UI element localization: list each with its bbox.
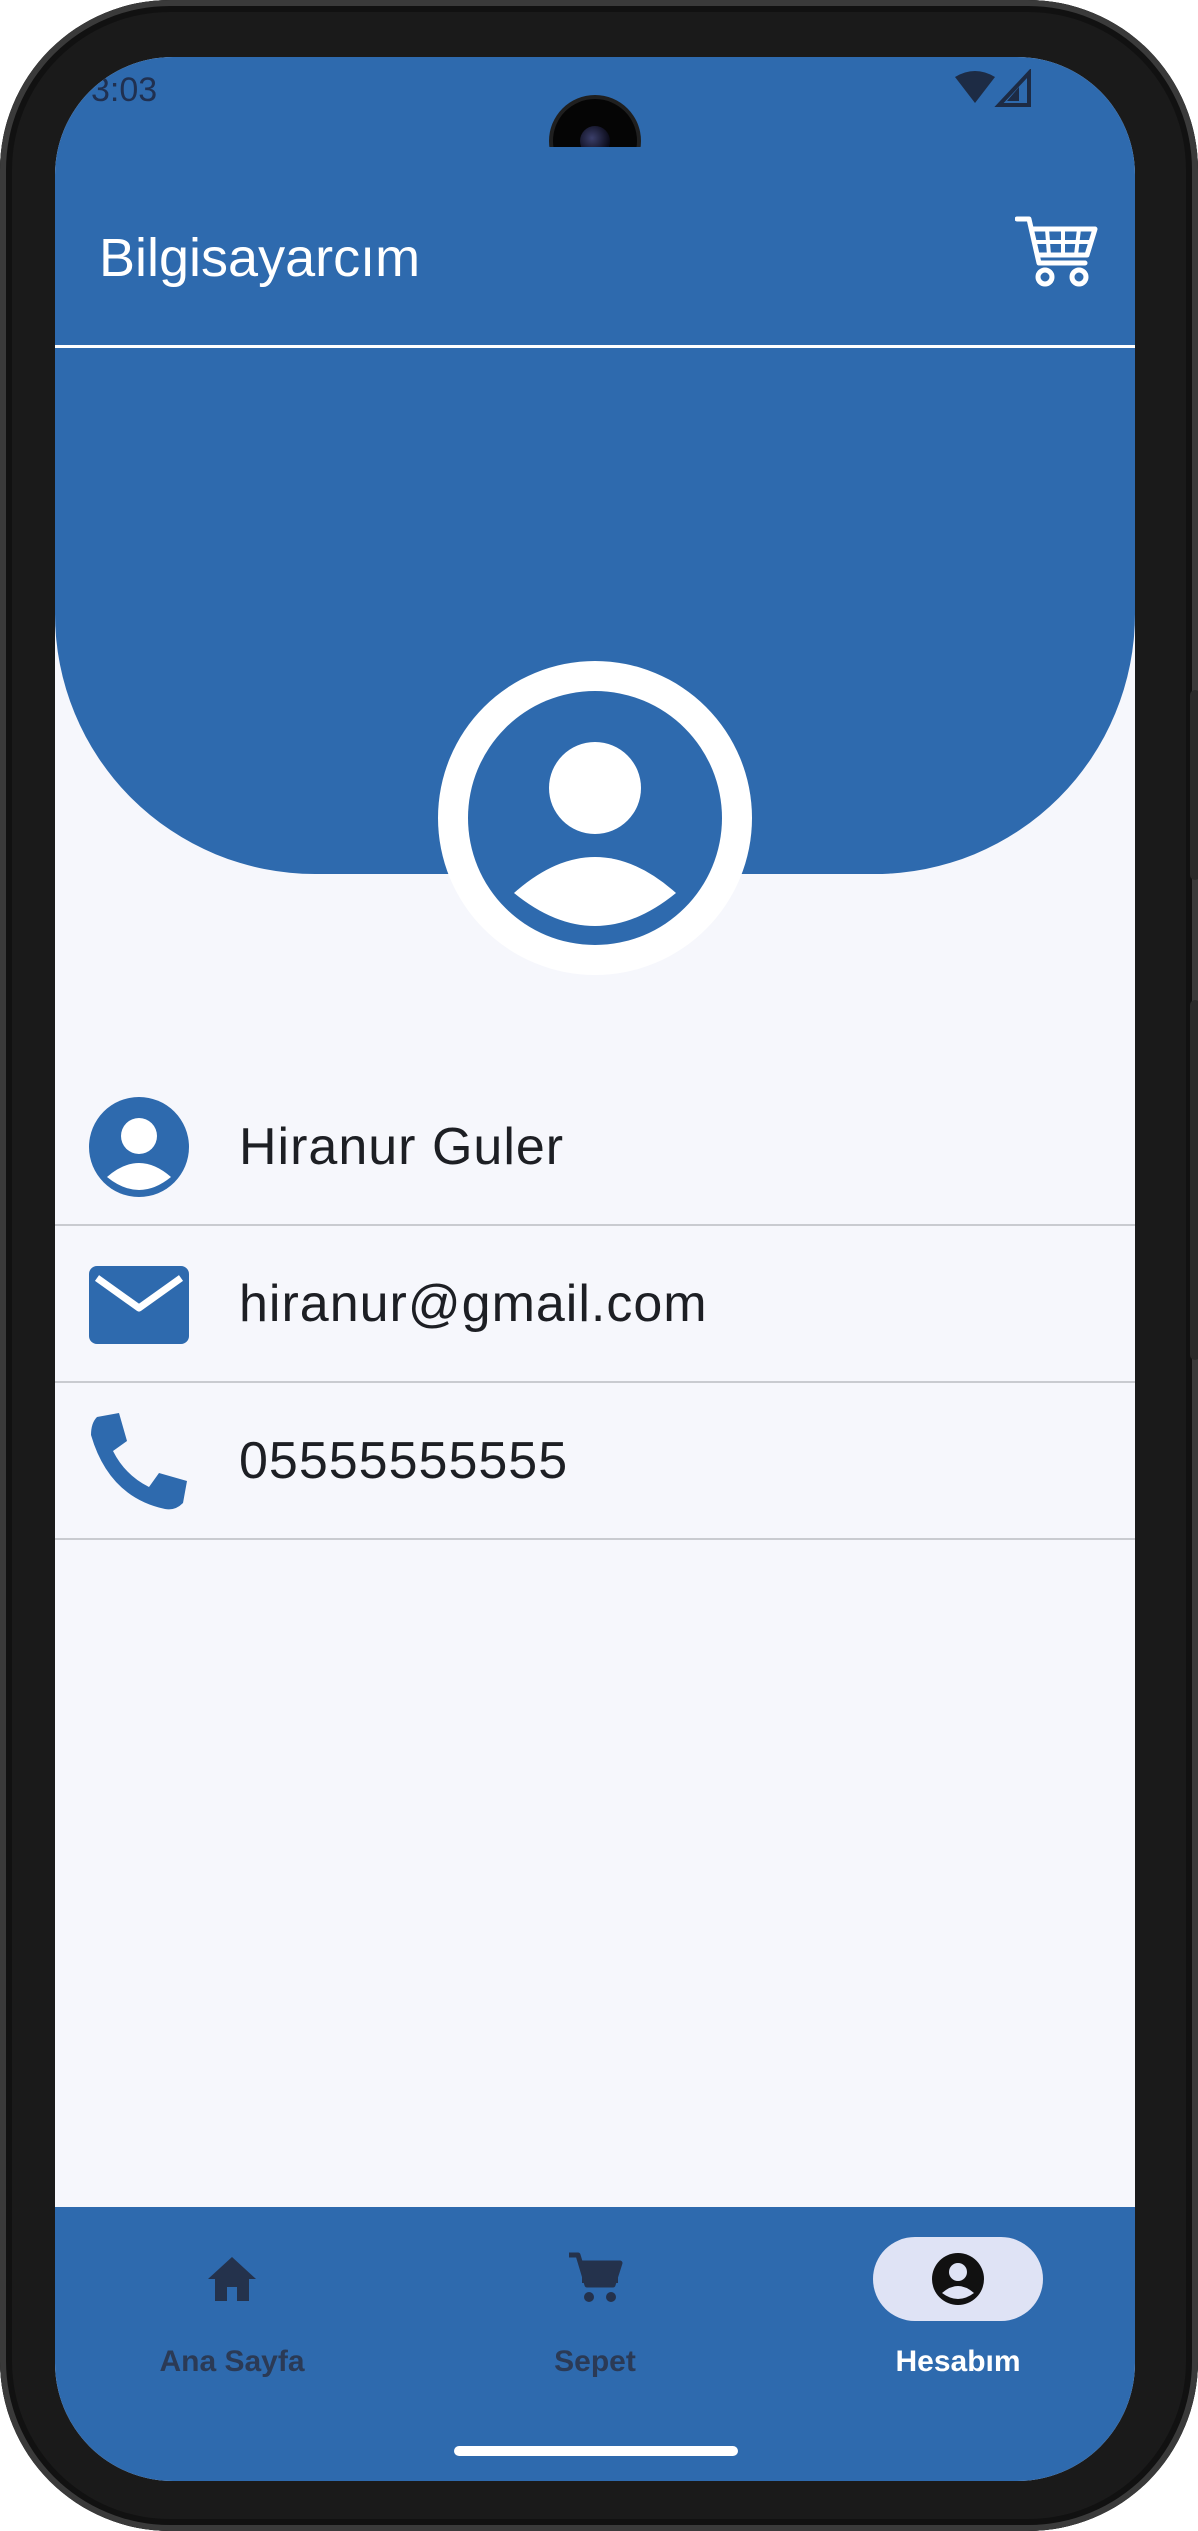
profile-phone: 05555555555 [239, 1432, 569, 1490]
nav-label-account: Hesabım [895, 2345, 1021, 2378]
home-icon [208, 2257, 256, 2301]
volume-button [1190, 1000, 1198, 1360]
nav-item-cart[interactable]: Sepet [418, 2237, 718, 2387]
profile-email: hiranur@gmail.com [239, 1275, 708, 1333]
gesture-home-indicator[interactable] [454, 2446, 738, 2456]
profile-name: Hiranur Guler [239, 1118, 565, 1176]
wifi-signal-icon [955, 69, 1031, 107]
account-circle-icon [89, 1097, 189, 1197]
nav-label-home: Ana Sayfa [159, 2345, 305, 2378]
shopping-cart-icon [1014, 216, 1098, 287]
mail-icon [89, 1266, 189, 1344]
status-time: 3:03 [91, 71, 158, 109]
profile-avatar [438, 661, 752, 975]
nav-label-cart: Sepet [554, 2345, 636, 2378]
power-button [1190, 690, 1198, 880]
cart-icon [569, 2252, 623, 2302]
phone-frame: 3:03 Bilgisayarcım Hiranur Guler hiranur… [0, 0, 1198, 2531]
profile-name-row: Hiranur Guler [55, 1069, 1135, 1226]
nav-item-account[interactable]: Hesabım [781, 2237, 1081, 2387]
bottom-navigation-bar: Ana Sayfa Sepet Hesabım [55, 2207, 1135, 2481]
profile-info-list: Hiranur Guler hiranur@gmail.com 05555555… [55, 1069, 1135, 1540]
cart-button[interactable] [1014, 213, 1099, 293]
account-circle-icon [468, 691, 722, 945]
profile-phone-row: 05555555555 [55, 1383, 1135, 1540]
screen: 3:03 Bilgisayarcım Hiranur Guler hiranur… [55, 57, 1135, 2481]
nav-item-home[interactable]: Ana Sayfa [55, 2237, 355, 2387]
account-icon [932, 2253, 984, 2305]
profile-email-row: hiranur@gmail.com [55, 1226, 1135, 1383]
phone-icon [91, 1413, 187, 1510]
app-bar: Bilgisayarcım [55, 147, 1135, 348]
app-title: Bilgisayarcım [99, 228, 421, 288]
